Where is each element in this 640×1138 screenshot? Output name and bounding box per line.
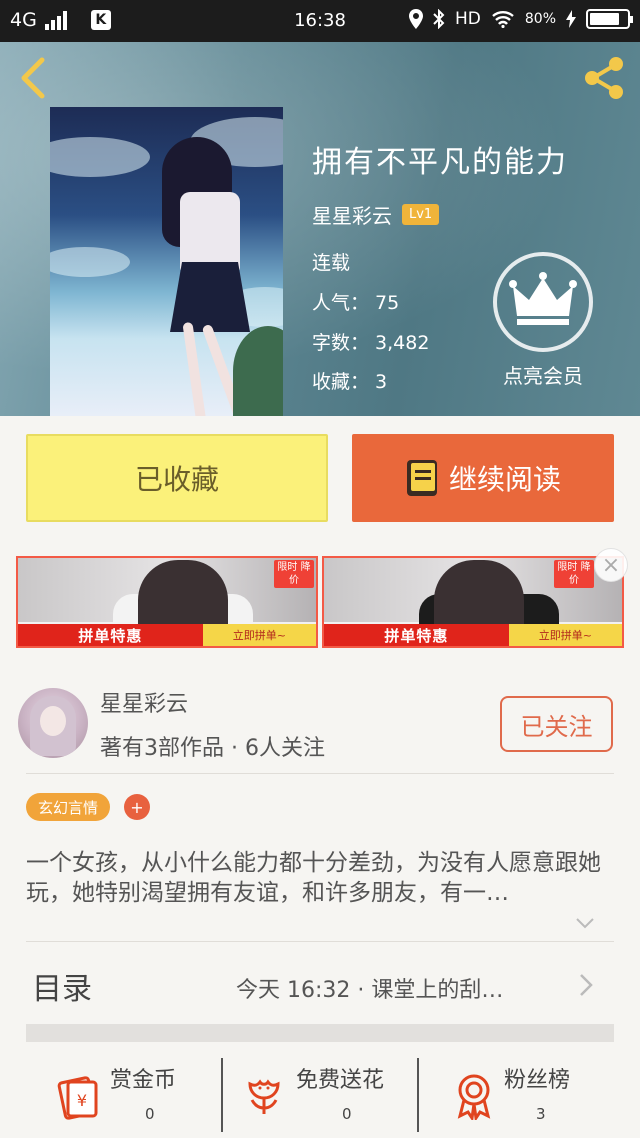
status-bar: 4G K 16:38 HD 80% bbox=[0, 0, 640, 42]
share-button[interactable] bbox=[580, 54, 628, 102]
toc-title: 目录 bbox=[32, 972, 92, 1007]
author-avatar[interactable] bbox=[18, 688, 88, 758]
book-popularity: 人气： 75 bbox=[312, 292, 400, 314]
author-level-badge: Lv1 bbox=[402, 204, 440, 225]
send-flower-button[interactable]: 免费送花 0 bbox=[238, 1050, 408, 1138]
genre-tag[interactable]: 玄幻言情 bbox=[26, 793, 111, 821]
ad-banner-1[interactable]: 限时 降价 拼单特惠 立即拼单~ bbox=[16, 556, 318, 648]
back-button[interactable] bbox=[16, 56, 52, 100]
follow-button[interactable]: 已关注 bbox=[500, 696, 613, 752]
vip-button[interactable] bbox=[493, 252, 593, 352]
book-favorites: 收藏： 3 bbox=[312, 371, 388, 393]
section-separator bbox=[26, 1024, 614, 1042]
bluetooth-icon bbox=[433, 9, 445, 29]
reward-coins-count: 0 bbox=[145, 1105, 155, 1123]
expand-description-button[interactable] bbox=[574, 912, 596, 934]
divider bbox=[26, 773, 614, 774]
charging-icon bbox=[566, 10, 576, 28]
battery-icon bbox=[586, 9, 633, 29]
location-icon bbox=[409, 9, 423, 29]
reward-coins-button[interactable]: ¥ 赏金币 0 bbox=[50, 1050, 210, 1138]
send-flower-label: 免费送花 bbox=[296, 1068, 385, 1093]
continue-reading-button[interactable]: 继续阅读 bbox=[352, 434, 614, 522]
coin-envelope-icon: ¥ bbox=[57, 1076, 98, 1120]
reward-coins-label: 赏金币 bbox=[110, 1068, 177, 1093]
bottom-action-bar: ¥ 赏金币 0 免费送花 0 粉丝榜 3 bbox=[0, 1050, 640, 1138]
chevron-down-icon bbox=[576, 918, 594, 929]
crown-icon bbox=[509, 272, 577, 325]
latest-chapter: 今天 16:32 · 课堂上的刮… bbox=[236, 978, 504, 1003]
table-of-contents-row[interactable]: 目录 今天 16:32 · 课堂上的刮… bbox=[0, 942, 640, 1024]
ribbon-medal-icon bbox=[457, 1074, 491, 1120]
fan-ranking-label: 粉丝榜 bbox=[504, 1068, 571, 1093]
vip-label: 点亮会员 bbox=[503, 364, 583, 388]
book-icon bbox=[406, 460, 437, 496]
ad-close-button[interactable]: × bbox=[594, 548, 628, 582]
battery-fill bbox=[590, 13, 619, 25]
ad-cta: 立即拼单~ bbox=[202, 624, 316, 646]
author-stats: 著有3部作品 · 6人关注 bbox=[100, 736, 325, 761]
ad-banner-text: 拼单特惠 bbox=[18, 624, 203, 646]
ad-banner-text: 拼单特惠 bbox=[324, 624, 509, 646]
send-flower-count: 0 bbox=[342, 1105, 352, 1123]
author-name[interactable]: 星星彩云 bbox=[100, 686, 188, 718]
svg-text:¥: ¥ bbox=[77, 1091, 87, 1110]
share-icon bbox=[585, 57, 623, 99]
fan-ranking-count: 3 bbox=[536, 1105, 546, 1123]
chevron-left-icon bbox=[21, 57, 45, 99]
continue-reading-label: 继续阅读 bbox=[448, 463, 561, 496]
book-description[interactable]: 一个女孩，从小什么能力都十分差劲，为没有人愿意跟她玩，她特别渴望拥有友谊，和许多… bbox=[26, 848, 610, 908]
book-header: 拥有不平凡的能力 星星彩云 Lv1 连载 人气： 75 字数： 3,482 收藏… bbox=[0, 42, 640, 416]
wifi-icon bbox=[492, 11, 514, 28]
collected-button[interactable]: 已收藏 bbox=[26, 434, 328, 522]
fan-ranking-button[interactable]: 粉丝榜 3 bbox=[448, 1050, 598, 1138]
follow-label: 已关注 bbox=[520, 712, 593, 741]
add-tag-button[interactable]: + bbox=[124, 794, 150, 820]
ad-tag: 限时 降价 bbox=[274, 560, 314, 588]
book-author[interactable]: 星星彩云 bbox=[312, 200, 392, 229]
hd-indicator: HD bbox=[455, 9, 481, 29]
book-title: 拥有不平凡的能力 bbox=[312, 145, 568, 180]
ad-banner-2[interactable]: 限时 降价 拼单特惠 立即拼单~ bbox=[322, 556, 624, 648]
book-cover[interactable] bbox=[50, 107, 283, 416]
collected-label: 已收藏 bbox=[134, 463, 219, 496]
chevron-right-icon bbox=[580, 974, 593, 996]
battery-percent: 80% bbox=[524, 11, 556, 27]
ad-cta: 立即拼单~ bbox=[508, 624, 622, 646]
ad-tag: 限时 降价 bbox=[554, 560, 594, 588]
book-status: 连载 bbox=[312, 252, 351, 274]
flower-icon bbox=[248, 1079, 280, 1114]
book-word-count: 字数： 3,482 bbox=[312, 332, 430, 354]
